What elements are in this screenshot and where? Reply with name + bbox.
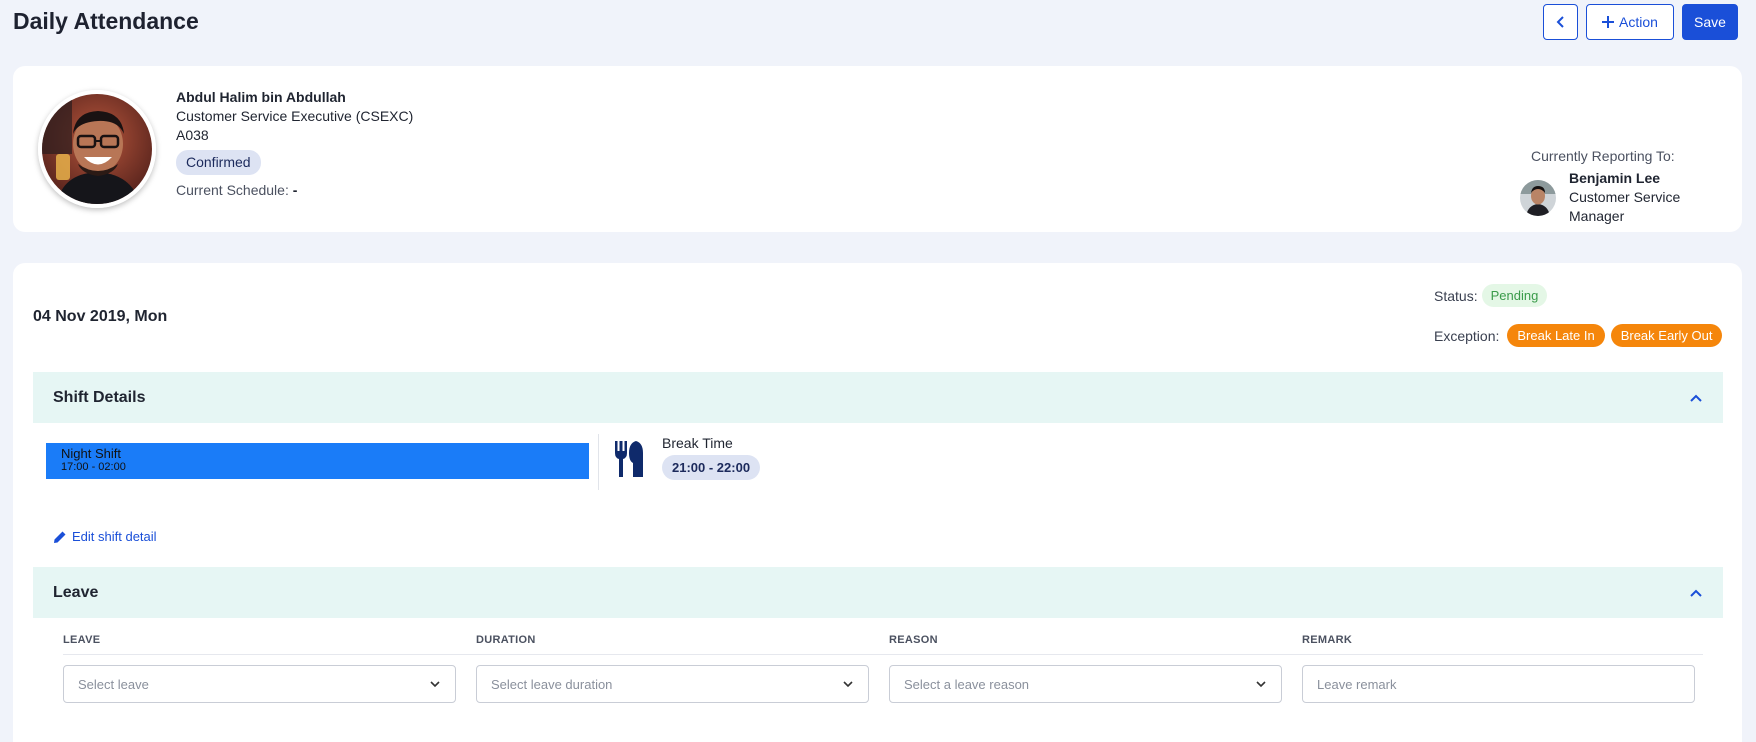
leave-title: Leave [53,583,99,601]
leave-table-header: LEAVE DURATION REASON REMARK [63,634,1703,655]
cutlery-icon [615,441,643,477]
leave-reason-placeholder: Select a leave reason [904,676,1030,692]
exception-label: Exception: [1434,327,1500,344]
page-title: Daily Attendance [13,8,199,34]
plus-icon [1602,16,1615,28]
back-button[interactable] [1543,4,1578,40]
employee-position: Customer Service Executive (CSEXC) [176,108,414,124]
leave-header[interactable]: Leave [33,567,1723,618]
chevron-down-icon [430,681,440,688]
exception-badge: Break Early Out [1610,324,1723,347]
save-button[interactable]: Save [1682,4,1738,40]
shift-name: Night Shift [61,446,121,461]
schedule-value: - [292,182,298,198]
manager-text: Benjamin Lee Customer Service Manager [1569,169,1730,226]
break-time-badge: 21:00 - 22:00 [662,455,761,480]
shift-details-header[interactable]: Shift Details [33,372,1723,423]
manager-avatar [1520,179,1556,216]
action-button[interactable]: Action [1586,4,1674,40]
manager-name: Benjamin Lee [1569,170,1661,186]
leave-remark-input[interactable]: Leave remark [1302,665,1695,703]
leave-select-placeholder: Select leave [78,676,149,692]
attendance-detail-card: 04 Nov 2019, Mon Status: Pending Excepti… [13,263,1742,742]
exception-row: Exception: Break Late In Break Early Out [1434,324,1723,347]
leave-remark-placeholder: Leave remark [1317,676,1397,692]
edit-shift-detail-label: Edit shift detail [72,529,157,544]
manager-title: Customer Service Manager [1569,189,1681,224]
action-button-label: Action [1619,14,1658,30]
chevron-down-icon [1256,681,1266,688]
column-header-remark: REMARK [1302,634,1353,646]
current-schedule: Current Schedule: - [176,181,413,200]
employee-avatar [38,90,156,208]
column-header-duration: DURATION [476,634,536,646]
status-badge: Pending [1481,284,1548,307]
leave-table: LEAVE DURATION REASON REMARK Select leav… [63,634,1703,703]
column-header-reason: REASON [889,634,938,646]
chevron-down-icon [843,681,853,688]
leave-reason-select[interactable]: Select a leave reason [889,665,1282,703]
break-time-label: Break Time [662,435,733,451]
pencil-icon [54,531,66,543]
employment-status-badge: Confirmed [176,150,261,175]
employee-profile-card: Abdul Halim bin Abdullah Customer Servic… [13,66,1742,232]
status-row: Status: Pending [1434,284,1548,307]
leave-duration-select[interactable]: Select leave duration [476,665,869,703]
manager-photo [1520,179,1556,216]
schedule-label: Current Schedule: [176,182,289,198]
reporting-label: Currently Reporting To: [1531,148,1675,164]
reporting-to: Currently Reporting To: Benjamin Lee Cus… [1520,148,1730,226]
shift-details-title: Shift Details [53,388,146,406]
top-actions: Action Save [1543,4,1738,40]
leave-select[interactable]: Select leave [63,665,456,703]
employee-photo [42,94,152,204]
leave-duration-placeholder: Select leave duration [491,676,613,692]
attendance-date: 04 Nov 2019, Mon [33,308,168,325]
shift-bar: Night Shift 17:00 - 02:00 [46,443,589,479]
chevron-up-icon[interactable] [1689,393,1703,403]
employee-info: Abdul Halim bin Abdullah Customer Servic… [176,88,413,200]
divider [598,434,599,490]
leave-table-row: Select leave Select leave duration Selec… [63,665,1703,703]
shift-time: 17:00 - 02:00 [61,461,126,473]
employee-name: Abdul Halim bin Abdullah [176,89,346,105]
edit-shift-detail-link[interactable]: Edit shift detail [53,529,157,544]
column-header-leave: LEAVE [63,634,101,646]
status-label: Status: [1434,287,1478,304]
employee-id: A038 [176,127,209,143]
exception-badge: Break Late In [1507,324,1605,347]
chevron-up-icon[interactable] [1689,588,1703,598]
manager-info: Benjamin Lee Customer Service Manager [1520,169,1730,226]
chevron-left-icon [1556,16,1564,28]
